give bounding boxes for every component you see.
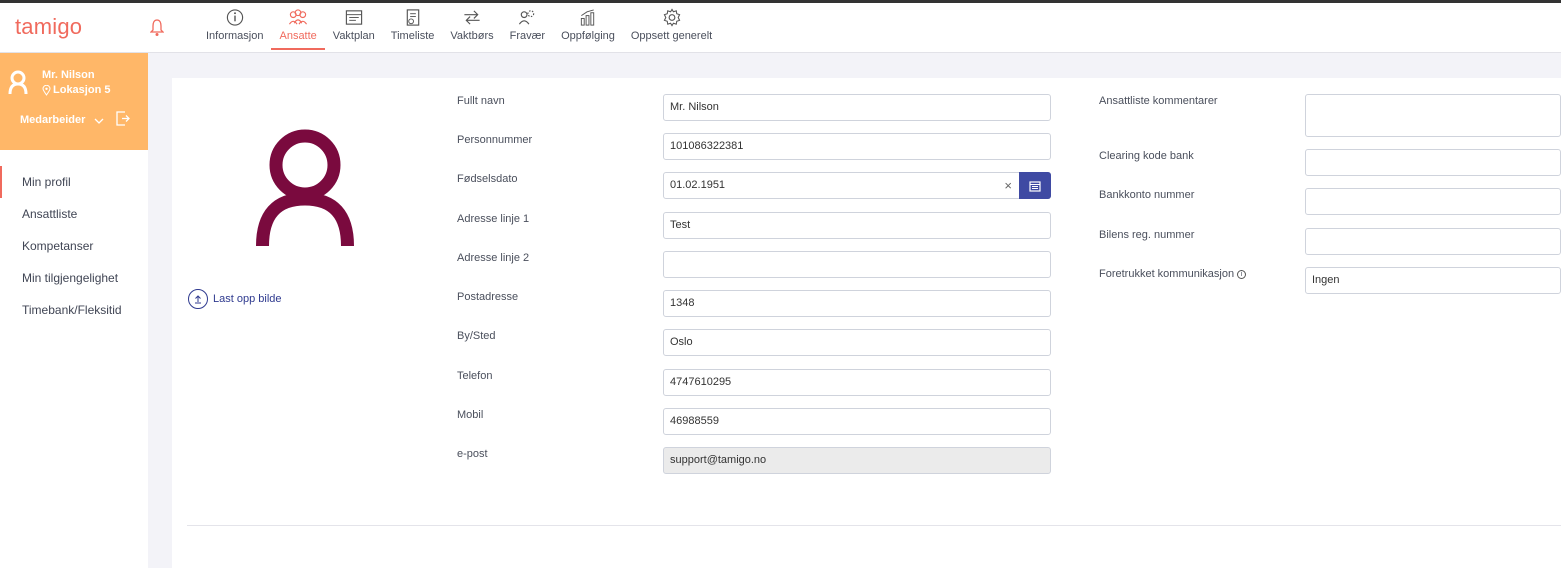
user-name: Mr. Nilson <box>42 69 95 81</box>
address2-field[interactable] <box>663 251 1051 278</box>
upload-label: Last opp bilde <box>213 293 282 305</box>
nav-informasjon[interactable]: Informasjon <box>198 3 271 50</box>
sidebar-item-ansattliste[interactable]: Ansattliste <box>0 198 148 230</box>
nav-label: Oppfølging <box>561 30 615 42</box>
mobile-field[interactable]: 46988559 <box>663 408 1051 435</box>
calendar-icon <box>1029 180 1041 192</box>
divider <box>187 525 1561 526</box>
nav-label: Ansatte <box>279 30 317 42</box>
birth-date-label: Fødselsdato <box>457 173 518 185</box>
location-pin-icon <box>42 84 51 96</box>
logout-icon[interactable] <box>116 111 130 126</box>
comments-label: Ansattliste kommentarer <box>1099 95 1218 107</box>
comments-field[interactable] <box>1305 94 1561 137</box>
phone-label: Telefon <box>457 370 493 382</box>
personal-number-label: Personnummer <box>457 134 533 146</box>
account-label: Bankkonto nummer <box>1099 189 1195 201</box>
user-avatar-icon <box>8 70 28 94</box>
car-reg-label: Bilens reg. nummer <box>1099 229 1195 241</box>
nav-ansatte[interactable]: Ansatte <box>271 3 325 50</box>
nav-fravaer[interactable]: Fravær <box>502 3 553 50</box>
user-location: Lokasjon 5 <box>42 84 110 96</box>
sidebar: Mr. Nilson Lokasjon 5 Medarbeider Min pr… <box>0 53 148 568</box>
bell-icon[interactable] <box>150 18 164 38</box>
role-select[interactable]: Medarbeider <box>20 114 85 126</box>
phone-field[interactable]: 4747610295 <box>663 369 1051 396</box>
nav-vaktbors[interactable]: Vaktbørs <box>442 3 501 50</box>
nav-oppfolging[interactable]: Oppfølging <box>553 3 623 50</box>
email-label: e-post <box>457 448 488 460</box>
nav-label: Informasjon <box>206 30 264 42</box>
nav-label: Timeliste <box>390 30 435 42</box>
sidebar-item-tilgjengelighet[interactable]: Min tilgjengelighet <box>0 262 148 294</box>
user-card: Mr. Nilson Lokasjon 5 Medarbeider <box>0 53 148 150</box>
main-nav: Informasjon Ansatte Vaktplan Timeliste V… <box>198 3 720 53</box>
close-icon[interactable]: × <box>1004 173 1012 198</box>
city-label: By/Sted <box>457 330 496 342</box>
clearing-label: Clearing kode bank <box>1099 150 1194 162</box>
postal-label: Postadresse <box>457 291 519 303</box>
nav-oppsett-generelt[interactable]: Oppsett generelt <box>623 3 720 50</box>
personal-number-field[interactable]: 10108632238​1 <box>663 133 1051 160</box>
comm-pref-label: Foretrukket kommunikasjon i <box>1099 268 1247 280</box>
gear-icon <box>663 8 680 27</box>
clearing-field[interactable] <box>1305 149 1561 176</box>
nav-timeliste[interactable]: Timeliste <box>383 3 443 50</box>
calendar-button[interactable] <box>1019 172 1051 199</box>
top-bar: tamigo Informasjon Ansatte Vaktplan Time… <box>0 0 1561 53</box>
birth-date-value: 01.02.1951 <box>670 179 726 191</box>
profile-avatar-icon <box>256 129 354 246</box>
nav-label: Fravær <box>509 30 546 42</box>
full-name-field[interactable]: Mr. Nilson <box>663 94 1051 121</box>
sidebar-item-kompetanser[interactable]: Kompetanser <box>0 230 148 262</box>
birth-date-field[interactable]: 01.02.1951 × <box>663 172 1051 199</box>
chevron-down-icon[interactable] <box>94 116 104 126</box>
profile-panel: Last opp bilde Fullt navn Personnummer F… <box>172 78 1561 568</box>
user-location-label: Lokasjon 5 <box>53 84 111 96</box>
mobile-label: Mobil <box>457 409 484 421</box>
address2-label: Adresse linje 2 <box>457 252 530 264</box>
nav-label: Vaktplan <box>332 30 375 42</box>
app-logo[interactable]: tamigo <box>15 14 82 40</box>
email-field: support@tamigo.no <box>663 447 1051 474</box>
postal-field[interactable]: 1348 <box>663 290 1051 317</box>
chart-icon <box>580 9 595 26</box>
car-reg-field[interactable] <box>1305 228 1561 255</box>
side-menu: Min profil Ansattliste Kompetanser Min t… <box>0 166 148 326</box>
info-icon[interactable]: i <box>1237 270 1247 279</box>
comm-pref-select[interactable]: Ingen <box>1305 267 1561 294</box>
address1-field[interactable]: Test <box>663 212 1051 239</box>
schedule-icon <box>345 10 362 25</box>
exchange-icon <box>464 10 480 25</box>
sidebar-item-timebank[interactable]: Timebank/Fleksitid <box>0 294 148 326</box>
sidebar-item-min-profil[interactable]: Min profil <box>0 166 148 198</box>
people-icon <box>289 9 308 25</box>
nav-vaktplan[interactable]: Vaktplan <box>325 3 383 50</box>
city-field[interactable]: Oslo <box>663 329 1051 356</box>
absence-icon <box>519 10 535 25</box>
info-icon <box>226 9 243 26</box>
account-field[interactable] <box>1305 188 1561 215</box>
timesheet-icon <box>406 9 419 26</box>
nav-label: Oppsett generelt <box>630 30 713 42</box>
upload-icon <box>188 289 208 309</box>
comm-pref-text: Foretrukket kommunikasjon <box>1099 268 1235 280</box>
full-name-label: Fullt navn <box>457 95 505 107</box>
upload-image-button[interactable]: Last opp bilde <box>188 289 282 309</box>
nav-label: Vaktbørs <box>450 30 494 42</box>
address1-label: Adresse linje 1 <box>457 213 530 225</box>
